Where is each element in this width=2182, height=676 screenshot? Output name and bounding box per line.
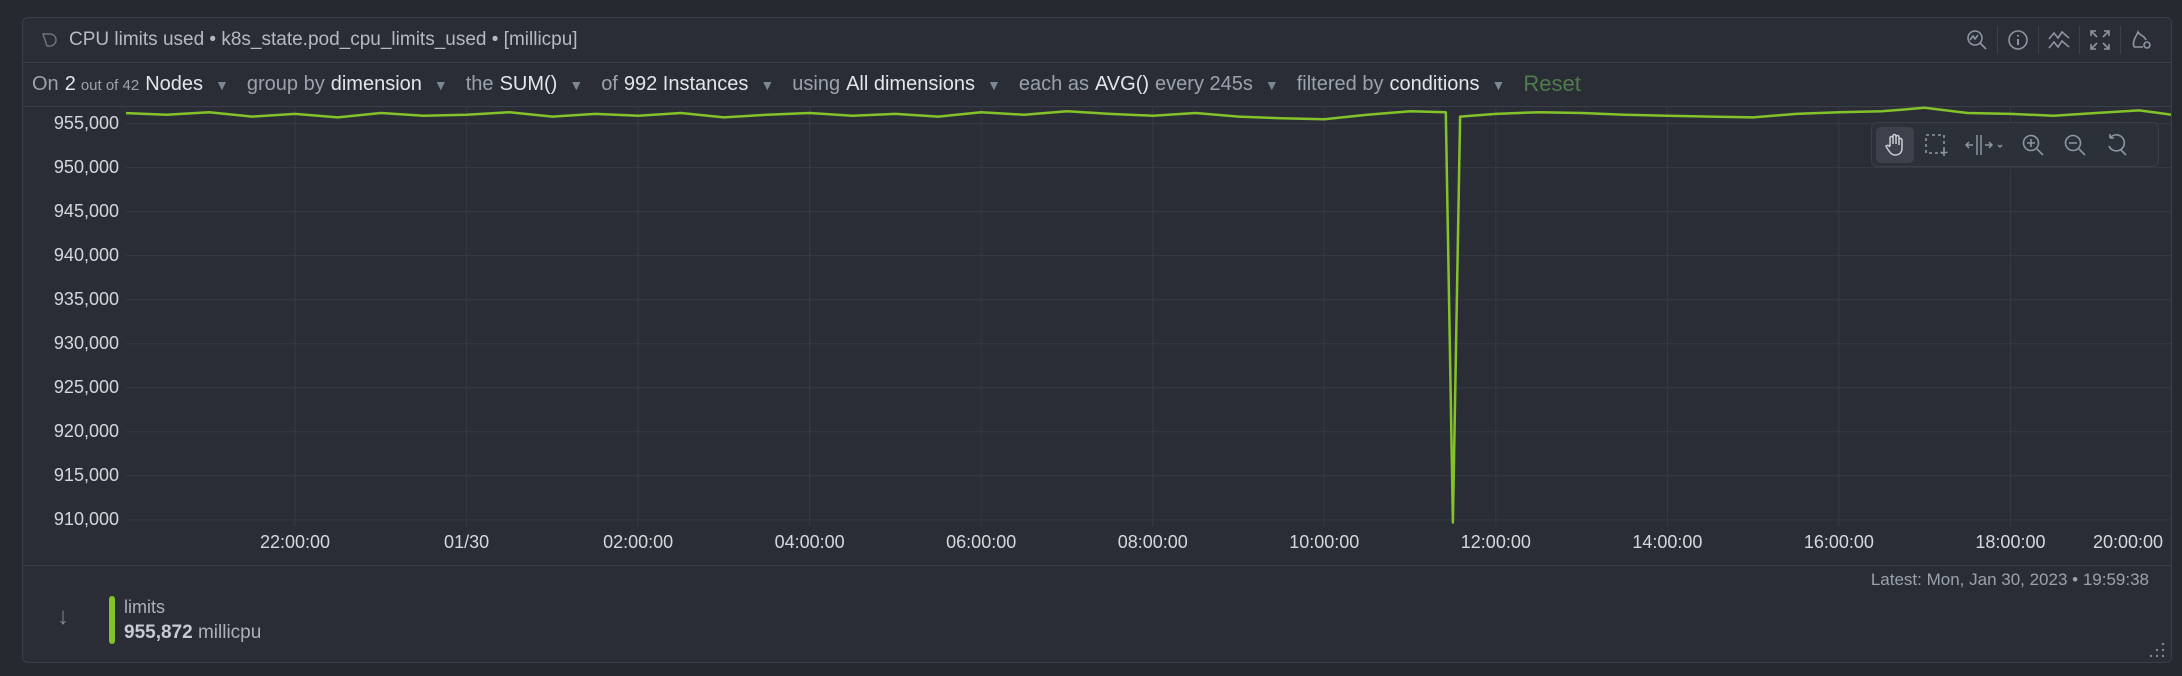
chart-panel: CPU limits used • k8s_state.pod_cpu_limi… (22, 17, 2172, 663)
resize-handle-icon[interactable] (2149, 642, 2165, 658)
chart-toolbar (1871, 122, 2159, 167)
latest-timestamp: Latest: Mon, Jan 30, 2023 • 19:59:38 (1870, 570, 2149, 589)
highlight-icon[interactable] (1960, 127, 2010, 163)
line-chart[interactable] (23, 18, 2172, 565)
zoom-in-icon[interactable] (2014, 127, 2052, 163)
legend-value: 955,872 (124, 622, 193, 643)
zoom-out-icon[interactable] (2056, 127, 2094, 163)
pan-icon[interactable] (1876, 126, 1914, 163)
legend-series-name[interactable]: limits (124, 597, 165, 618)
arrow-down-icon[interactable]: ↓ (57, 603, 69, 631)
legend-unit: millicpu (197, 622, 262, 643)
legend-color-swatch (109, 596, 115, 644)
legend-divider (23, 565, 2171, 566)
series-line-limits (126, 106, 2171, 524)
select-icon[interactable] (1918, 127, 1956, 163)
reset-zoom-icon[interactable] (2098, 127, 2136, 163)
legend-series-value: 955,872 millicpu (124, 622, 261, 644)
